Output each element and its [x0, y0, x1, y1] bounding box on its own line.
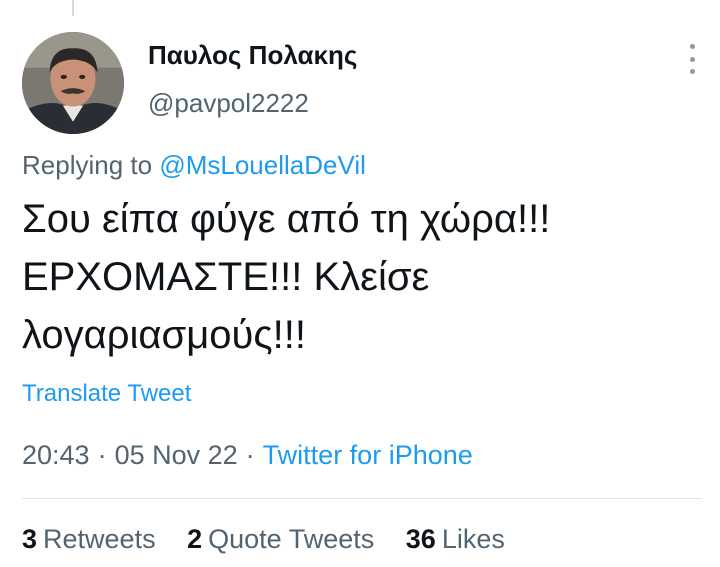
tweet-text-line: ΕΡΧΟΜΑΣΤΕ!!! Κλείσε: [22, 255, 430, 299]
tweet-text-line: λογαριασμούς!!!: [22, 313, 307, 357]
thread-connector-line: [72, 0, 74, 16]
reply-to-link[interactable]: @MsLouellaDeVil: [159, 150, 366, 180]
divider: [22, 498, 702, 499]
likes-label: Likes: [441, 524, 505, 554]
quote-tweets-stat[interactable]: 2 Quote Tweets: [187, 524, 374, 554]
replying-to: Replying to @MsLouellaDeVil: [22, 150, 366, 181]
reply-prefix: Replying to: [22, 150, 153, 180]
more-dot: [689, 69, 695, 74]
avatar[interactable]: [22, 32, 124, 134]
tweet-text: Σου είπα φύγε από τη χώρα!!! ΕΡΧΟΜΑΣΤΕ!!…: [22, 190, 702, 364]
retweets-stat[interactable]: 3 Retweets: [22, 524, 156, 554]
display-name[interactable]: Παυλος Πολακης: [148, 40, 357, 71]
likes-stat[interactable]: 36 Likes: [406, 524, 505, 554]
more-dot: [689, 56, 695, 62]
tweet-date[interactable]: 05 Nov 22: [115, 440, 238, 470]
translate-tweet-link[interactable]: Translate Tweet: [22, 380, 191, 408]
tweet-source-link[interactable]: Twitter for iPhone: [263, 440, 473, 470]
quote-tweets-label: Quote Tweets: [208, 524, 375, 554]
avatar-photo: [22, 32, 124, 134]
more-vertical-icon[interactable]: [684, 44, 700, 74]
retweets-label: Retweets: [43, 524, 156, 554]
tweet-meta: 20:43 · 05 Nov 22 · Twitter for iPhone: [22, 440, 473, 471]
retweets-count: 3: [22, 524, 38, 554]
meta-separator: ·: [245, 440, 255, 470]
quote-tweets-count: 2: [187, 524, 203, 554]
more-dot: [689, 44, 695, 49]
user-handle[interactable]: @pavpol2222: [148, 88, 309, 119]
likes-count: 36: [405, 524, 436, 554]
tweet-text-line: Σου είπα φύγε από τη χώρα!!!: [22, 197, 551, 241]
tweet-stats: 3 Retweets 2 Quote Tweets 36 Likes: [22, 524, 529, 555]
tweet-time[interactable]: 20:43: [22, 440, 90, 470]
meta-separator: ·: [97, 440, 107, 470]
